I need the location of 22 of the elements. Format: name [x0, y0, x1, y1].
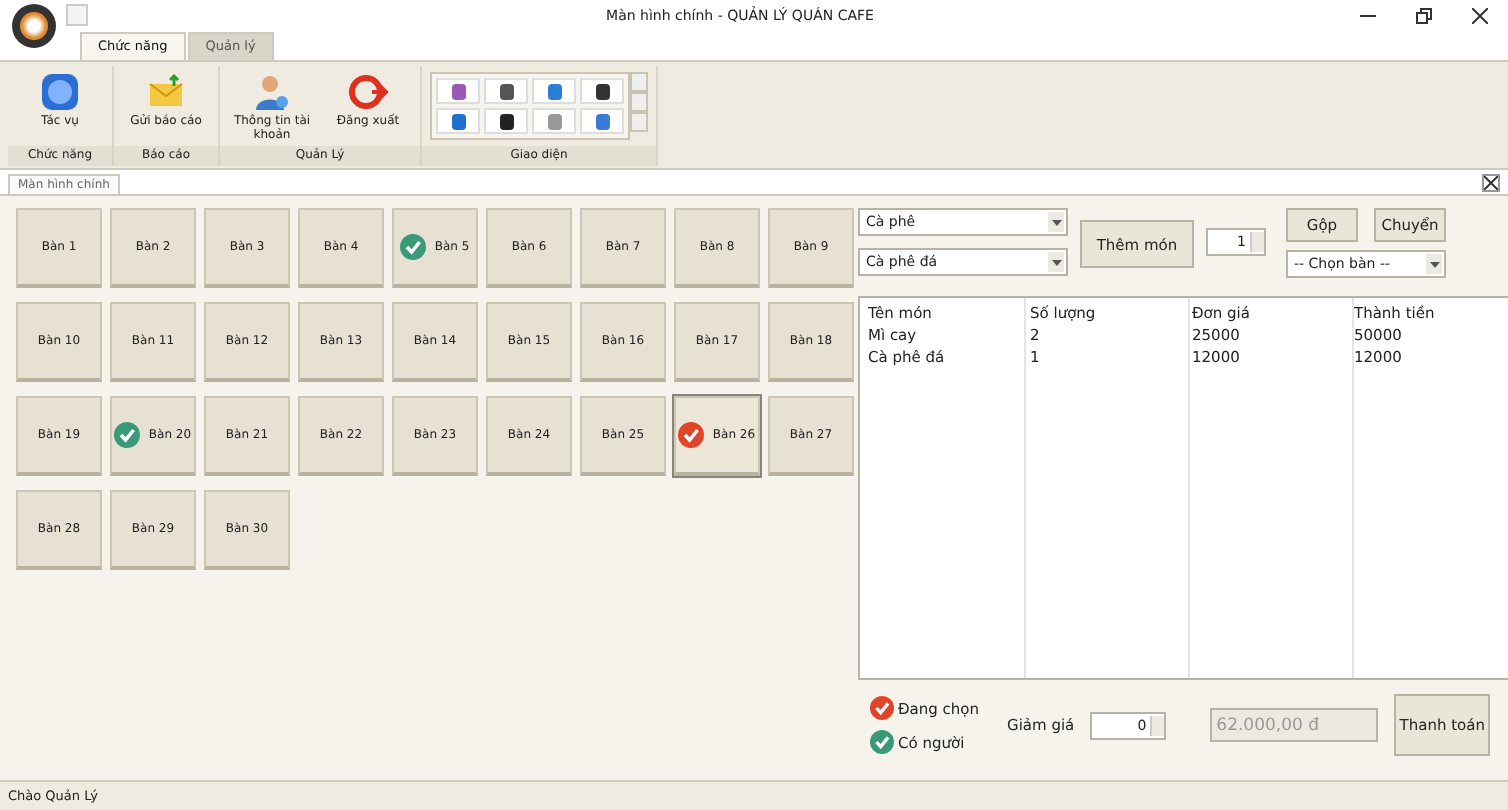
check-icon	[678, 422, 705, 448]
close-icon[interactable]	[1472, 8, 1488, 24]
total-field: 62.000,00 đ	[1210, 708, 1379, 742]
theme-swatch[interactable]	[580, 108, 624, 134]
caret-icon	[1429, 261, 1439, 267]
theme-swatch[interactable]	[532, 108, 576, 134]
check-icon	[870, 696, 894, 720]
envelope-icon	[146, 72, 186, 112]
caret-icon	[1051, 219, 1061, 225]
theme-swatch[interactable]	[436, 108, 480, 134]
theme-swatch[interactable]	[436, 78, 480, 104]
power-icon	[348, 72, 388, 112]
caret-icon	[1051, 259, 1061, 265]
user-icon	[252, 72, 292, 112]
theme-swatch[interactable]	[484, 108, 528, 134]
restore-icon[interactable]	[1416, 8, 1432, 24]
close-icon[interactable]	[1482, 174, 1500, 192]
theme-swatch[interactable]	[484, 78, 528, 104]
app-menu-button[interactable]	[12, 4, 56, 48]
theme-swatch[interactable]	[532, 78, 576, 104]
theme-swatch[interactable]	[580, 78, 624, 104]
check-icon	[870, 730, 894, 754]
